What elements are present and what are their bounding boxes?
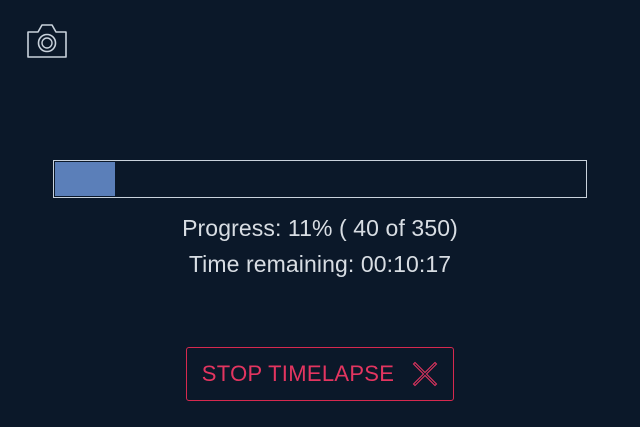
progress-bar bbox=[53, 160, 587, 198]
stop-timelapse-label: STOP TIMELAPSE bbox=[201, 361, 395, 386]
camera-icon[interactable] bbox=[25, 21, 69, 59]
close-icon bbox=[412, 361, 438, 387]
progress-bar-fill bbox=[55, 162, 115, 196]
progress-status-text: Progress: 11% ( 40 of 350) bbox=[182, 215, 458, 241]
stop-timelapse-button[interactable]: STOP TIMELAPSE bbox=[186, 347, 454, 401]
time-remaining-text: Time remaining: 00:10:17 bbox=[188, 251, 452, 277]
